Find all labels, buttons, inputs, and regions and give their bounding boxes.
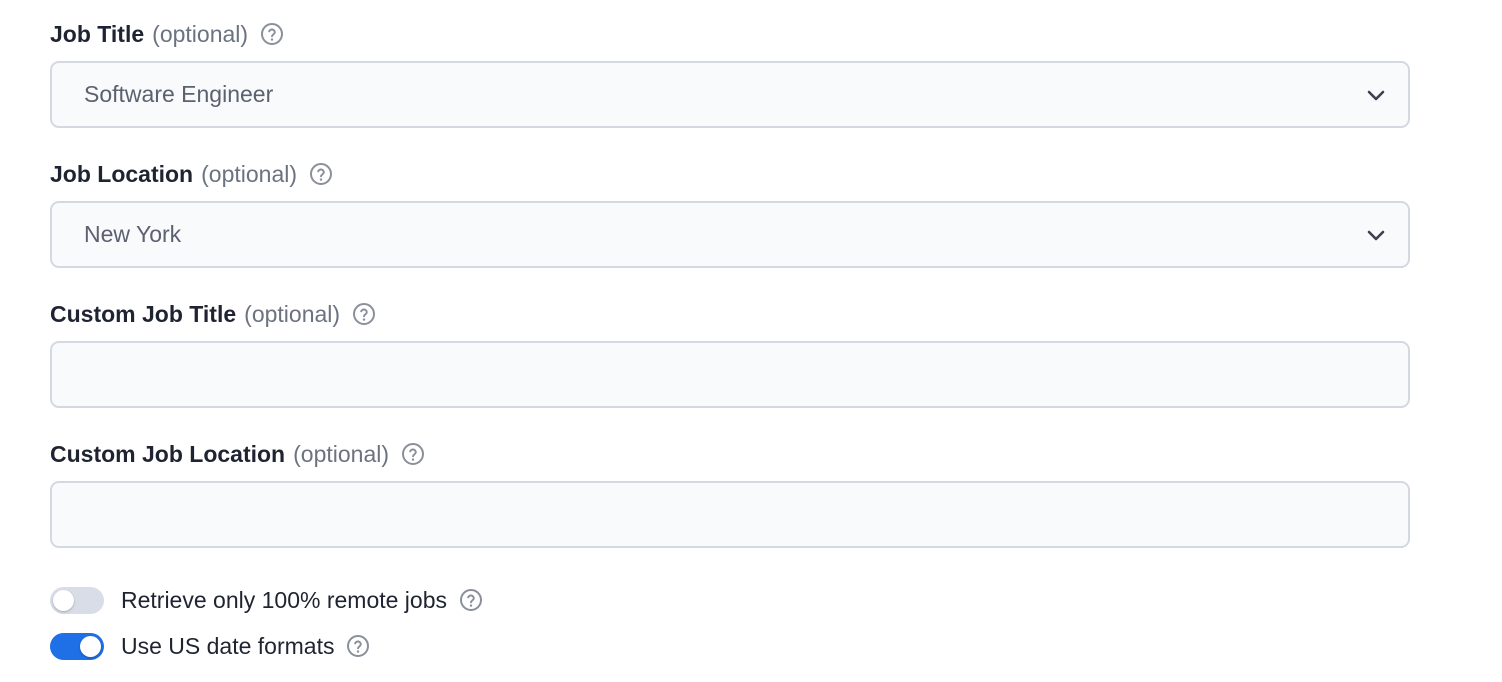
custom-job-location-label-text: Custom Job Location: [50, 440, 286, 467]
chevron-down-icon: [1364, 223, 1388, 247]
job-title-field: Job Title (optional) Software Engineer: [50, 17, 1410, 128]
job-location-label-text: Job Location: [50, 160, 194, 187]
custom-job-title-label: Custom Job Title (optional): [50, 297, 1410, 331]
job-title-optional-text: (optional): [152, 20, 249, 47]
remote-jobs-toggle-label: Retrieve only 100% remote jobs: [121, 586, 447, 613]
help-icon[interactable]: [346, 634, 370, 658]
toggle-knob: [53, 589, 74, 611]
custom-job-location-field: Custom Job Location (optional): [50, 437, 1410, 548]
remote-jobs-toggle-row: Retrieve only 100% remote jobs: [50, 583, 483, 617]
help-icon[interactable]: [352, 302, 376, 326]
job-title-select[interactable]: Software Engineer: [50, 61, 1410, 128]
custom-job-location-input[interactable]: [52, 483, 1408, 546]
job-location-selected-value: New York: [84, 221, 182, 247]
us-date-formats-toggle[interactable]: [50, 632, 104, 660]
job-location-field: Job Location (optional) New York: [50, 157, 1410, 268]
custom-job-title-optional-text: (optional): [244, 300, 341, 327]
job-title-label: Job Title (optional): [50, 17, 1410, 51]
help-icon[interactable]: [260, 22, 284, 46]
chevron-down-icon: [1364, 83, 1388, 107]
remote-jobs-toggle[interactable]: [50, 586, 104, 614]
job-location-optional-text: (optional): [201, 160, 298, 187]
toggle-knob: [80, 635, 101, 657]
us-date-formats-toggle-label: Use US date formats: [121, 632, 335, 659]
us-date-formats-toggle-row: Use US date formats: [50, 629, 370, 663]
custom-job-title-label-text: Custom Job Title: [50, 300, 237, 327]
help-icon[interactable]: [309, 162, 333, 186]
help-icon[interactable]: [459, 588, 483, 612]
help-icon[interactable]: [401, 442, 425, 466]
custom-job-title-input-wrapper: [50, 341, 1410, 408]
custom-job-location-label: Custom Job Location (optional): [50, 437, 1410, 471]
job-location-select[interactable]: New York: [50, 201, 1410, 268]
custom-job-title-field: Custom Job Title (optional): [50, 297, 1410, 408]
custom-job-title-input[interactable]: [52, 343, 1408, 406]
job-title-selected-value: Software Engineer: [84, 81, 274, 107]
job-title-label-text: Job Title: [50, 20, 145, 47]
job-location-label: Job Location (optional): [50, 157, 1410, 191]
custom-job-location-input-wrapper: [50, 481, 1410, 548]
custom-job-location-optional-text: (optional): [293, 440, 390, 467]
